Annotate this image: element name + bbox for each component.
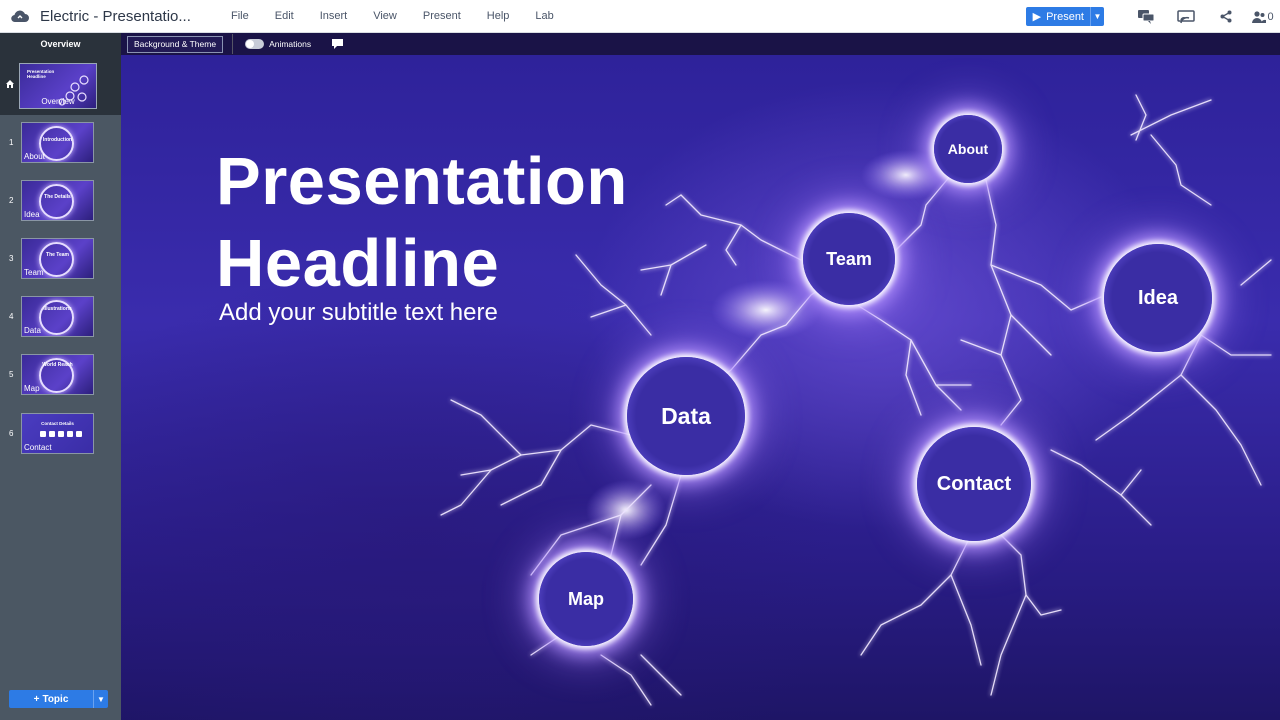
add-topic-button[interactable]: + Topic ▼ (9, 690, 108, 708)
topic-orb-map[interactable]: Map (539, 552, 633, 646)
topic-orb-idea[interactable]: Idea (1104, 244, 1212, 352)
slide-label: Idea (24, 210, 40, 219)
slide-label: Contact (24, 443, 52, 452)
slide-number: 4 (9, 312, 14, 321)
background-theme-button[interactable]: Background & Theme (127, 35, 224, 53)
animations-toggle[interactable] (245, 39, 265, 49)
slide-subtitle[interactable]: Add your subtitle text here (219, 299, 498, 327)
slide-thumbnail[interactable]: World Reach Map (21, 354, 94, 395)
present-button-label: Present (1046, 10, 1084, 23)
top-right-actions: ▶ Present ▼ 0 (1025, 0, 1280, 33)
slide-label: Map (24, 384, 40, 393)
collaborators-button[interactable]: 0 (1246, 0, 1280, 33)
collaborators-icon (1252, 10, 1267, 23)
menu-bar: File Edit Insert View Present Help Lab (218, 10, 567, 22)
sidebar-slide-4[interactable]: 4 Illustrations Data (0, 296, 121, 340)
thumbnail-orb (39, 184, 74, 219)
comments-icon[interactable] (1126, 0, 1166, 33)
present-button[interactable]: ▶ Present ▼ (1025, 7, 1104, 26)
collaborator-count: 0 (1267, 10, 1274, 23)
add-topic-main[interactable]: + Topic (9, 690, 93, 708)
thumbnail-title: Introduction (42, 137, 73, 143)
slide-number: 3 (9, 254, 14, 263)
menu-help[interactable]: Help (474, 10, 523, 22)
slide-thumbnail[interactable]: The Team Team (21, 238, 94, 279)
toggle-knob (246, 40, 255, 48)
menu-edit[interactable]: Edit (262, 10, 307, 22)
thumbnail-title: World Reach (42, 362, 73, 368)
slide-thumbnail[interactable]: Introduction About (21, 122, 94, 163)
topic-orb-contact[interactable]: Contact (917, 427, 1031, 541)
slide-number: 2 (9, 196, 14, 205)
thumbnail-title: Contact Details (41, 421, 74, 426)
headline-line-2: Headline (216, 226, 500, 301)
document-title[interactable]: Electric - Presentatio... (40, 8, 205, 25)
home-icon (6, 80, 14, 90)
slide-label: About (24, 152, 45, 161)
topic-orb-team[interactable]: Team (803, 213, 895, 305)
play-icon: ▶ (1032, 11, 1042, 23)
sidebar-slide-5[interactable]: 5 World Reach Map (0, 354, 121, 398)
present-dropdown-button[interactable]: ▼ (1090, 7, 1104, 26)
live-present-icon[interactable] (1166, 0, 1206, 33)
thumbnail-title: Illustrations (43, 306, 72, 312)
sidebar-header: Overview (0, 33, 121, 55)
present-button-main[interactable]: ▶ Present (1026, 7, 1090, 26)
slide-thumbnail[interactable]: Illustrations Data (21, 296, 94, 337)
sidebar-slide-6[interactable]: 6 Contact Details Contact (0, 413, 121, 457)
animations-label: Animations (269, 39, 312, 49)
thumbnail-title: The Team (46, 252, 69, 258)
topic-orb-data[interactable]: Data (627, 357, 745, 475)
slide-number: 6 (9, 429, 14, 438)
overview-label: Overview (41, 97, 75, 106)
headline-line-1: Presentation (216, 144, 628, 219)
overview-thumbnail[interactable]: Presentation Headline Overview (19, 63, 97, 109)
menu-lab[interactable]: Lab (522, 10, 566, 22)
sidebar-slide-1[interactable]: 1 Introduction About (0, 122, 121, 166)
canvas-toolbar: Background & Theme Animations (121, 33, 1280, 55)
slide-headline[interactable]: Presentation Headline (216, 141, 736, 305)
slide-thumbnail[interactable]: The Details Idea (21, 180, 94, 221)
sidebar-slide-2[interactable]: 2 The Details Idea (0, 180, 121, 224)
slide-number: 1 (9, 138, 14, 147)
plus-icon: + (33, 693, 40, 705)
top-bar: Electric - Presentatio... File Edit Inse… (0, 0, 1280, 33)
add-topic-dropdown[interactable]: ▼ (93, 690, 108, 708)
slide-label: Team (24, 268, 44, 277)
menu-file[interactable]: File (218, 10, 262, 22)
topic-orb-about[interactable]: About (934, 115, 1002, 183)
slide-number: 5 (9, 370, 14, 379)
slide-label: Data (24, 326, 41, 335)
menu-insert[interactable]: Insert (307, 10, 361, 22)
menu-view[interactable]: View (360, 10, 410, 22)
share-icon[interactable] (1206, 0, 1246, 33)
sidebar-slide-3[interactable]: 3 The Team Team (0, 238, 121, 282)
overview-item[interactable]: Presentation Headline Overview (0, 55, 121, 115)
slide-thumbnail[interactable]: Contact Details Contact (21, 413, 94, 454)
menu-present[interactable]: Present (410, 10, 474, 22)
toolbar-divider (232, 34, 234, 54)
slide-sidebar: Overview Presentation Headline Overview … (0, 33, 121, 720)
cloud-logo-icon[interactable] (0, 0, 40, 33)
slide-canvas[interactable]: Presentation Headline Add your subtitle … (121, 55, 1280, 720)
contact-icons (40, 431, 82, 437)
comment-icon[interactable] (329, 36, 345, 52)
thumbnail-title: The Details (44, 194, 71, 200)
add-topic-label: Topic (42, 693, 69, 705)
thumbnail-orb (39, 242, 74, 277)
